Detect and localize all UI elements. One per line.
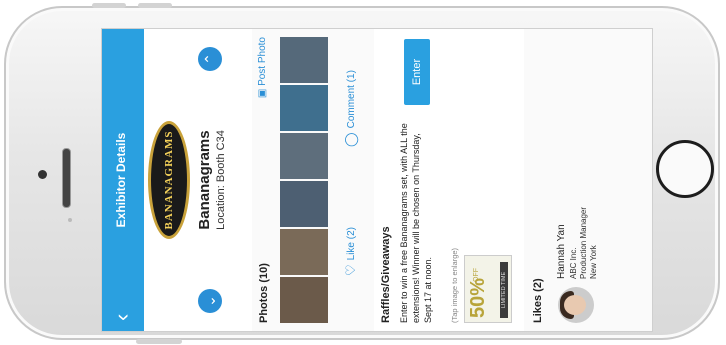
exhibitor-logo: BANANAGRAMS	[148, 121, 190, 239]
raffles-title: Raffles/Giveaways	[380, 226, 392, 323]
liker-company: ABC Inc.	[569, 247, 578, 279]
coupon-off: OFF	[473, 268, 480, 282]
heart-icon: ♡	[343, 264, 358, 277]
camera-icon: ▣	[257, 88, 268, 99]
post-photo-label: Post Photo	[257, 37, 268, 86]
liker-name: Hannah Yan	[556, 224, 567, 279]
logo-text: BANANAGRAMS	[163, 130, 175, 230]
raffle-coupon-image[interactable]: 50% OFF LIMITED TIME	[464, 255, 512, 323]
liker-city: New York	[589, 245, 598, 279]
photo-actions: ♡ Like (2) ◯ Comment (1)	[336, 37, 366, 323]
photo-thumbnail[interactable]	[280, 229, 328, 275]
raffle-description: Enter to win a free Bananagrams set, wit…	[399, 123, 433, 323]
like-button[interactable]: ♡ Like (2)	[336, 180, 366, 323]
page-title: Exhibitor Details	[114, 132, 128, 228]
coupon-percent: 50%	[467, 277, 489, 318]
tap-hint: (Tap image to enlarge)	[450, 247, 459, 323]
likes-section: Likes (2) Hannah Yan ABC Inc. Production…	[524, 29, 652, 331]
volume-up-button	[92, 3, 126, 8]
volume-down-button	[138, 3, 172, 8]
photos-section: Photos (10) ▣ Post Photo ♡ Like (2) ◯ Co…	[252, 29, 374, 331]
photo-thumbnail[interactable]	[280, 277, 328, 323]
exhibitor-hero: ⌄ BANANAGRAMS Bananagrams Location: Boot…	[144, 29, 252, 331]
power-button	[136, 339, 182, 344]
photos-title: Photos (10)	[258, 263, 270, 323]
photo-thumbnail[interactable]	[280, 181, 328, 227]
avatar	[558, 287, 594, 323]
exhibitor-location: Location: Booth C34	[215, 130, 227, 230]
comment-label: Comment (1)	[345, 70, 357, 129]
comment-button[interactable]: ◯ Comment (1)	[336, 37, 366, 180]
proximity-sensor	[68, 218, 72, 222]
earpiece-speaker	[62, 148, 71, 208]
likes-title: Likes (2)	[532, 278, 544, 323]
exhibitor-name: Bananagrams	[196, 130, 213, 230]
front-camera	[38, 170, 47, 179]
chevron-up-icon: ⌃	[202, 53, 218, 65]
photo-thumbnail[interactable]	[280, 37, 328, 83]
home-button[interactable]	[656, 140, 714, 198]
phone-screen: ‹ Exhibitor Details ⌄ BANANAGRAMS Banana…	[101, 28, 653, 332]
photo-thumbnail[interactable]	[280, 85, 328, 131]
photo-strip	[280, 37, 328, 323]
app-header: ‹ Exhibitor Details	[102, 29, 144, 331]
exhibitor-details-screen: ‹ Exhibitor Details ⌄ BANANAGRAMS Banana…	[102, 29, 652, 331]
post-photo-button[interactable]: ▣ Post Photo	[257, 37, 268, 98]
enter-raffle-button[interactable]: Enter	[404, 39, 430, 105]
like-label: Like (2)	[345, 227, 357, 261]
comment-icon: ◯	[343, 132, 358, 147]
raffles-section: Raffles/Giveaways Enter to win a free Ba…	[374, 29, 524, 331]
liker-item[interactable]: Hannah Yan ABC Inc. Production Manager N…	[554, 37, 610, 323]
coupon-tag: LIMITED TIME	[500, 262, 508, 318]
next-exhibitor-button[interactable]: ⌃	[198, 47, 222, 71]
phone-device: ‹ Exhibitor Details ⌄ BANANAGRAMS Banana…	[4, 3, 720, 344]
liker-role: Production Manager	[579, 206, 588, 279]
avatar-face	[564, 295, 586, 315]
photo-thumbnail[interactable]	[280, 133, 328, 179]
